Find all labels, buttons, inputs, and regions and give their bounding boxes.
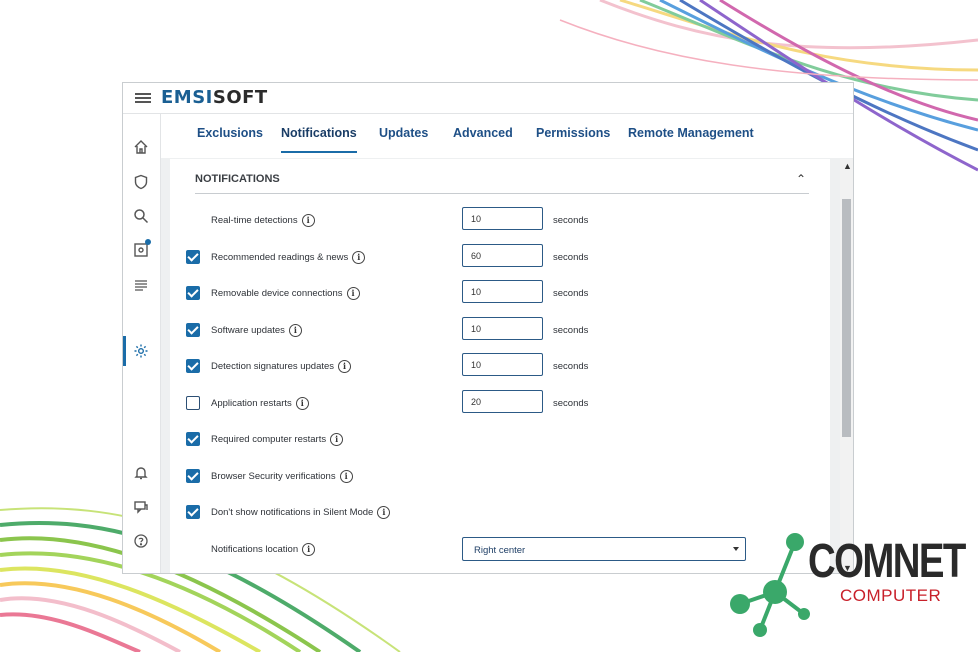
- tab-permissions[interactable]: Permissions: [536, 126, 610, 140]
- setting-row-realtime: Real-time detections i 10 seconds: [170, 204, 830, 234]
- scrollbar-thumb[interactable]: [842, 199, 851, 437]
- computer-restarts-checkbox[interactable]: [186, 432, 200, 446]
- application-restarts-seconds-input[interactable]: 20: [462, 390, 543, 413]
- title-bar: EMSISOFT: [123, 83, 853, 114]
- browser-security-checkbox[interactable]: [186, 469, 200, 483]
- application-restarts-checkbox[interactable]: [186, 396, 200, 410]
- settings-content: NOTIFICATIONS ⌃ Real-time detections i 10…: [161, 159, 831, 573]
- app-logo: EMSISOFT: [161, 87, 268, 108]
- software-updates-checkbox[interactable]: [186, 323, 200, 337]
- collapse-chevron-icon[interactable]: ⌃: [796, 172, 806, 186]
- info-icon[interactable]: i: [339, 470, 353, 483]
- realtime-seconds-input[interactable]: 10: [462, 207, 543, 230]
- comnet-logo: COMNET COMPUTER: [720, 530, 978, 652]
- notifications-panel: NOTIFICATIONS ⌃ Real-time detections i 10…: [170, 159, 830, 573]
- setting-label: Required computer restarts: [211, 434, 327, 446]
- tab-exclusions[interactable]: Exclusions: [197, 126, 263, 140]
- unit-label: seconds: [553, 325, 589, 336]
- setting-label: Software updates: [211, 325, 285, 337]
- setting-row-silent-mode: Don't show notifications in Silent Mode i: [170, 496, 830, 526]
- setting-row-software-updates: Software updates i 10 seconds: [170, 314, 830, 344]
- setting-row-signatures-updates: Detection signatures updates i 10 seconds: [170, 350, 830, 380]
- setting-label: Detection signatures updates: [211, 361, 335, 373]
- search-icon[interactable]: [132, 207, 150, 225]
- removable-device-checkbox[interactable]: [186, 286, 200, 300]
- info-icon[interactable]: i: [295, 397, 309, 410]
- notifications-location-select[interactable]: Right center: [462, 537, 746, 561]
- gear-icon[interactable]: [132, 342, 150, 360]
- unit-label: seconds: [553, 252, 589, 263]
- bell-icon[interactable]: [132, 464, 150, 482]
- tab-notifications[interactable]: Notifications: [281, 126, 357, 153]
- hamburger-menu-icon[interactable]: [135, 93, 151, 103]
- sidebar: [123, 114, 161, 573]
- notification-dot: [145, 239, 151, 245]
- select-value: Right center: [474, 545, 526, 556]
- info-icon[interactable]: i: [302, 543, 316, 556]
- signatures-updates-seconds-input[interactable]: 10: [462, 353, 543, 376]
- setting-label: Notifications location: [211, 544, 299, 556]
- tab-updates[interactable]: Updates: [379, 126, 428, 140]
- removable-device-seconds-input[interactable]: 10: [462, 280, 543, 303]
- recommended-readings-seconds-input[interactable]: 60: [462, 244, 543, 267]
- setting-label: Browser Security verifications: [211, 471, 336, 483]
- recommended-readings-checkbox[interactable]: [186, 250, 200, 264]
- setting-row-browser-security: Browser Security verifications i: [170, 460, 830, 490]
- vertical-scrollbar[interactable]: ▲ ▼: [840, 159, 853, 573]
- logo-line-2: COMPUTER: [840, 586, 942, 605]
- active-indicator: [123, 336, 126, 366]
- setting-row-recommended-readings: Recommended readings & news i 60 seconds: [170, 241, 830, 271]
- settings-tabs: Exclusions Notifications Updates Advance…: [161, 114, 853, 158]
- software-updates-seconds-input[interactable]: 10: [462, 317, 543, 340]
- info-icon[interactable]: i: [301, 214, 315, 227]
- home-icon[interactable]: [132, 138, 150, 156]
- tab-remote-management[interactable]: Remote Management: [628, 126, 754, 140]
- setting-row-application-restarts: Application restarts i 20 seconds: [170, 387, 830, 417]
- setting-row-computer-restarts: Required computer restarts i: [170, 423, 830, 453]
- signatures-updates-checkbox[interactable]: [186, 359, 200, 373]
- info-icon[interactable]: i: [288, 324, 302, 337]
- chat-icon[interactable]: [132, 498, 150, 516]
- info-icon[interactable]: i: [377, 506, 391, 519]
- setting-label: Don't show notifications in Silent Mode: [211, 507, 374, 519]
- unit-label: seconds: [553, 361, 589, 372]
- tab-advanced[interactable]: Advanced: [453, 126, 513, 140]
- section-title: NOTIFICATIONS: [195, 173, 280, 185]
- info-icon[interactable]: i: [352, 251, 366, 264]
- molecule-icon: [730, 533, 810, 637]
- logs-icon[interactable]: [132, 276, 150, 294]
- unit-label: seconds: [553, 398, 589, 409]
- setting-label: Application restarts: [211, 398, 292, 410]
- setting-label: Real-time detections: [211, 215, 298, 227]
- help-icon[interactable]: [132, 532, 150, 550]
- logo-line-1: COMNET: [808, 535, 966, 588]
- shield-icon[interactable]: [132, 173, 150, 191]
- setting-row-removable-device: Removable device connections i 10 seconds: [170, 277, 830, 307]
- setting-label: Removable device connections: [211, 288, 343, 300]
- unit-label: seconds: [553, 288, 589, 299]
- section-divider: [195, 193, 809, 194]
- quarantine-icon[interactable]: [132, 239, 151, 259]
- app-window: EMSISOFT Exclusions Notifications Update…: [122, 82, 854, 574]
- setting-label: Recommended readings & news: [211, 252, 349, 264]
- info-icon[interactable]: i: [338, 360, 352, 373]
- silent-mode-checkbox[interactable]: [186, 505, 200, 519]
- unit-label: seconds: [553, 215, 589, 226]
- scroll-up-icon[interactable]: ▲: [843, 161, 852, 171]
- info-icon[interactable]: i: [330, 433, 344, 446]
- info-icon[interactable]: i: [346, 287, 360, 300]
